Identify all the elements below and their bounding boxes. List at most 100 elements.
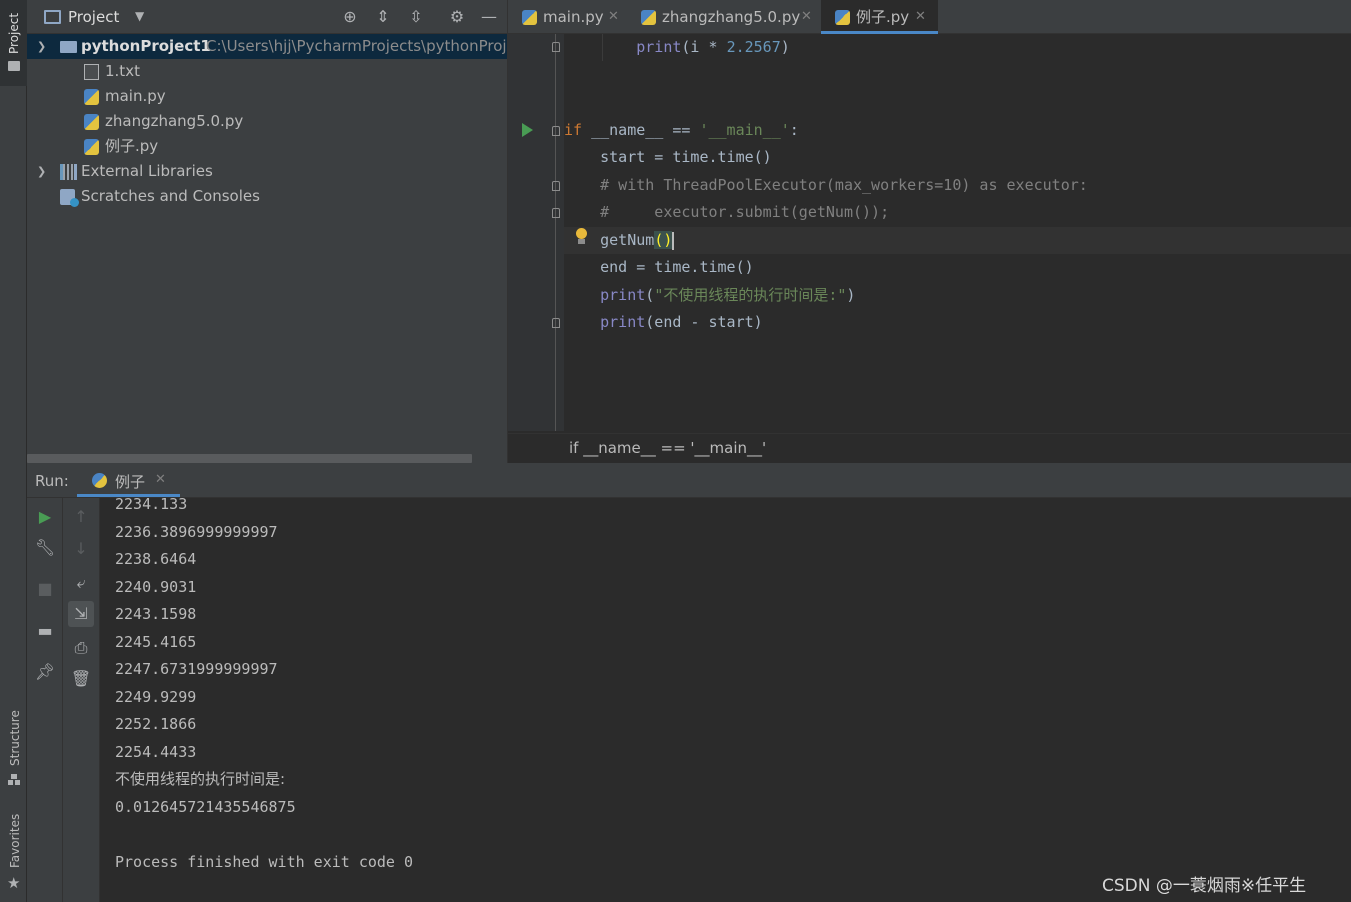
tree-item-path: C:\Users\hjj\PycharmProjects\pythonProje: [206, 37, 516, 55]
horizontal-scrollbar[interactable]: [27, 454, 472, 463]
scratches-icon: [60, 189, 79, 207]
arrow-up-icon[interactable]: ↑: [68, 504, 94, 530]
project-view-selector[interactable]: Project: [68, 8, 119, 26]
print-icon[interactable]: ⎙: [68, 635, 94, 661]
side-tab-favorites-label: Favorites: [8, 813, 22, 868]
text-caret: [672, 231, 675, 250]
editor-tab-bar: main.py ✕ zhangzhang5.0.py ✕ 例子.py ✕: [508, 0, 1351, 34]
side-tab-project-label: Project: [7, 12, 21, 54]
chevron-right-icon[interactable]: ❯: [37, 159, 46, 184]
project-panel-header: Project ▼ ⊕ ⇕ ⇳ ⚙ —: [27, 0, 507, 34]
tree-item-label: pythonProject1: [81, 37, 211, 55]
fold-marker[interactable]: [552, 42, 560, 52]
watermark: CSDN @一蓑烟雨※任平生: [1102, 876, 1307, 896]
side-tab-structure[interactable]: Structure: [0, 700, 27, 795]
gear-icon[interactable]: ⚙: [446, 6, 468, 28]
side-tab-favorites[interactable]: Favorites ★: [0, 810, 27, 900]
scroll-to-end-icon[interactable]: ⇲: [68, 601, 94, 627]
project-panel: Project ▼ ⊕ ⇕ ⇳ ⚙ — ❯ pythonProject1 C:\…: [27, 0, 516, 463]
tree-item-external-libraries[interactable]: ❯ External Libraries: [27, 159, 507, 184]
locate-file-icon[interactable]: ⊕: [339, 6, 361, 28]
tree-item-label: Scratches and Consoles: [81, 187, 260, 205]
layout-icon[interactable]: ▬: [32, 618, 58, 644]
fold-marker[interactable]: [552, 126, 560, 136]
fold-marker[interactable]: [552, 181, 560, 191]
run-panel: Run: 例子 ✕ ▶ 🔧︎ ■ ▬ 📌︎ ↑ ↓ ⤶ ⇲ ⎙ 🗑︎ 2234.…: [27, 463, 1351, 902]
folder-icon: [8, 61, 20, 71]
console-output[interactable]: 2234.133 2236.3896999999997 2238.6464 22…: [100, 495, 1351, 902]
run-gutter-icon[interactable]: [522, 123, 533, 137]
close-icon[interactable]: ✕: [155, 472, 166, 487]
left-tool-strip: Project Structure Favorites ★: [0, 0, 27, 902]
console-line: 2252.1866: [115, 715, 197, 733]
editor-breadcrumb[interactable]: if __name__ == '__main__': [508, 433, 1351, 463]
code-area[interactable]: print(i * 2.2567) if __name__ == '__main…: [564, 34, 1351, 431]
rerun-icon[interactable]: ▶: [32, 504, 58, 530]
console-line: 2245.4165: [115, 633, 197, 651]
stop-icon[interactable]: ■: [32, 576, 58, 602]
fold-marker[interactable]: [552, 318, 560, 328]
star-icon: ★: [7, 874, 21, 892]
side-tab-project[interactable]: Project: [0, 0, 27, 86]
text-file-icon: [84, 64, 99, 80]
tree-item-label: 例子.py: [105, 137, 159, 155]
console-line: 不使用线程的执行时间是:: [115, 770, 286, 788]
tree-item-file[interactable]: main.py: [27, 84, 507, 109]
hide-panel-icon[interactable]: —: [478, 6, 500, 28]
tree-item-scratches[interactable]: Scratches and Consoles: [27, 184, 507, 209]
code-line: start = time.time(): [564, 148, 772, 166]
console-line: 2236.3896999999997: [115, 523, 278, 541]
trash-icon[interactable]: 🗑︎: [68, 666, 94, 692]
code-line: print(i * 2.2567): [636, 38, 790, 56]
soft-wrap-icon[interactable]: ⤶: [68, 570, 94, 596]
run-tab-label: 例子: [115, 473, 146, 491]
code-line: getNum(): [564, 231, 675, 250]
fold-marker[interactable]: [552, 208, 560, 218]
libraries-icon: [60, 164, 77, 180]
arrow-down-icon[interactable]: ↓: [68, 536, 94, 562]
folder-icon: [60, 41, 77, 53]
tree-item-file[interactable]: 1.txt: [27, 59, 507, 84]
gutter-separator: [555, 34, 556, 431]
project-view-icon: [44, 10, 61, 24]
close-icon[interactable]: ✕: [915, 0, 926, 34]
python-file-icon: [84, 89, 99, 105]
tree-item-label: 1.txt: [105, 62, 140, 80]
console-line: 2243.1598: [115, 605, 197, 623]
console-line: 2249.9299: [115, 688, 197, 706]
structure-icon: [8, 774, 20, 785]
python-file-icon: [522, 10, 537, 25]
close-icon[interactable]: ✕: [801, 0, 812, 34]
editor-tab-label: zhangzhang5.0.py: [662, 8, 801, 26]
chevron-down-icon[interactable]: ❯: [37, 34, 46, 59]
console-line: 2234.133: [115, 495, 188, 513]
python-file-icon: [84, 139, 99, 155]
collapse-all-icon[interactable]: ⇳: [405, 6, 427, 28]
tree-item-file[interactable]: zhangzhang5.0.py: [27, 109, 507, 134]
chevron-down-icon[interactable]: ▼: [135, 9, 144, 23]
breadcrumb-item[interactable]: if __name__ == '__main__': [569, 439, 766, 457]
tree-item-label: External Libraries: [81, 162, 213, 180]
editor-tab-example[interactable]: 例子.py ✕: [821, 0, 938, 34]
console-line: Process finished with exit code 0: [115, 853, 414, 871]
editor: main.py ✕ zhangzhang5.0.py ✕ 例子.py ✕ pri…: [507, 0, 1351, 463]
tree-item-project-root[interactable]: ❯ pythonProject1 C:\Users\hjj\PycharmPro…: [27, 34, 516, 59]
python-file-icon: [835, 10, 850, 25]
code-line: # with ThreadPoolExecutor(max_workers=10…: [564, 176, 1088, 194]
wrench-icon[interactable]: 🔧︎: [32, 535, 58, 561]
run-panel-title: Run:: [35, 472, 69, 490]
tree-item-file[interactable]: 例子.py: [27, 134, 507, 159]
editor-tab-label: main.py: [543, 8, 604, 26]
editor-tab-label: 例子.py: [856, 8, 910, 26]
editor-tab-zhangzhang[interactable]: zhangzhang5.0.py ✕: [627, 0, 821, 34]
console-line: 2240.9031: [115, 578, 197, 596]
pin-icon[interactable]: 📌︎: [32, 659, 58, 685]
console-line: 2254.4433: [115, 743, 197, 761]
expand-all-icon[interactable]: ⇕: [372, 6, 394, 28]
code-line: end = time.time(): [564, 258, 754, 276]
editor-tab-main[interactable]: main.py ✕: [508, 0, 627, 34]
code-line: if __name__ == '__main__':: [564, 121, 799, 139]
side-tab-structure-label: Structure: [8, 710, 22, 766]
close-icon[interactable]: ✕: [608, 0, 619, 34]
run-panel-header: Run: 例子 ✕: [27, 463, 1351, 498]
